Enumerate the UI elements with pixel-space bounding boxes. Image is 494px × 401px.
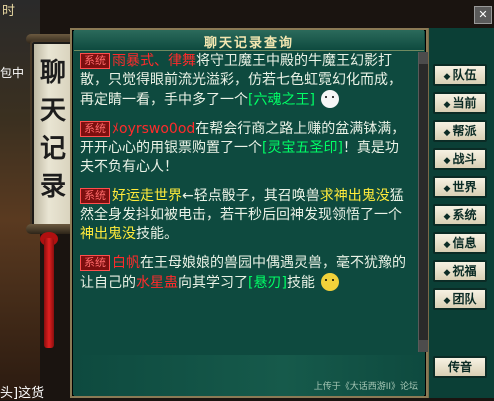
channel-button-blessing[interactable]: ◆ 祝福 [433,260,487,282]
chat-message: 系统 雨暴式、律舞将守卫魔王中殿的牛魔王幻影打散，只觉得眼前流光溢彩，仿若七色虹霓… [80,52,410,110]
message-text: ←轻点骰子，其召唤兽 [182,188,320,204]
channel-label: 系统 [452,208,477,222]
chevron-icon: ◆ [443,268,451,278]
channel-label: 世界 [452,180,477,194]
channel-button-team[interactable]: ◆ 队伍 [433,64,487,86]
player-name: ﾒoyrswo0od [112,121,196,137]
channel-label: 战斗 [452,152,477,166]
message-text: 技能 [286,275,315,291]
channel-button-info[interactable]: ◆ 信息 [433,232,487,254]
emote-icon [320,273,339,291]
chat-message: 系统 白帆在王母娘娘的兽园中偶遇灵兽，毫不犹豫的让自己的水星蛊向其学习了[悬刃]技… [80,254,410,293]
window-title: 聊天记录查询 [203,36,294,51]
system-badge: 系统 [80,188,110,204]
player-name: 白帆 [112,255,140,271]
player-name: 好运走世界 [112,188,182,204]
chat-message: 系统 ﾒoyrswo0od在帮会行商之路上赚的盆满钵满，开开心心的用银票购置了一个… [80,120,410,177]
player-name: 求神出鬼没 [319,188,390,204]
chevron-icon: ◆ [443,184,451,194]
close-icon[interactable]: ✕ [474,6,492,24]
message-text: 向其学习了 [178,275,248,291]
item-link[interactable]: [六魂之王] [248,92,315,108]
chevron-icon: ◆ [443,156,451,166]
channel-label: 帮派 [452,124,477,138]
decorative-footer: 上传于《大话西游II》论坛 [74,355,424,396]
chat-messages-area[interactable]: 系统 雨暴式、律舞将守卫魔王中殿的牛魔王幻影打散，只觉得眼前流光溢彩，仿若七色虹霓… [80,52,410,352]
chevron-icon: ◆ [443,128,451,138]
item-link[interactable]: [灵宝五圣印] [262,140,343,156]
chat-history-window: 聊天记录查询 系统 雨暴式、律舞将守卫魔王中殿的牛魔王幻影打散，只觉得眼前流光溢彩… [70,28,429,398]
channel-button-current[interactable]: ◆ 当前 [433,92,487,114]
chevron-icon: ◆ [443,212,451,222]
chat-message: 系统 好运走世界←轻点骰子，其召唤兽求神出鬼没猛然全身发抖如被电击，若干秒后回神发… [80,187,410,244]
emote-icon [320,90,339,108]
player-name: 水星蛊 [136,275,178,291]
tassel [44,238,54,348]
chevron-icon: ◆ [443,72,451,82]
system-badge: 系统 [80,53,110,69]
scroll-title-char: 天 [39,96,66,126]
chevron-icon: ◆ [443,240,451,250]
item-link[interactable]: [悬刃] [248,275,287,291]
channel-label: 祝福 [452,264,477,278]
scroll-title-char: 聊 [39,58,66,88]
chevron-icon: ◆ [443,296,451,306]
channel-button-group[interactable]: ◆ 团队 [433,288,487,310]
channel-label: 传音 [447,360,472,374]
chevron-icon: ◆ [443,100,451,110]
scroll-title-char: 记 [39,134,66,164]
channel-label: 队伍 [452,68,477,82]
channel-button-whisper[interactable]: 传音 [433,356,487,378]
message-text: 技能。 [136,226,178,242]
channel-button-system[interactable]: ◆ 系统 [433,204,487,226]
watermark: 上传于《大话西游II》论坛 [313,382,418,392]
channel-button-battle[interactable]: ◆ 战斗 [433,148,487,170]
system-badge: 系统 [80,121,110,137]
channel-label: 当前 [452,96,477,110]
player-name: 神出鬼没 [80,226,136,242]
channel-label: 信息 [452,236,477,250]
channel-button-world[interactable]: ◆ 世界 [433,176,487,198]
background-text-corner: 时 [2,4,16,19]
channel-label: 团队 [452,292,477,306]
background-text-bottom: 头]这货 [0,386,45,401]
scroll-title-char: 录 [39,172,66,202]
system-badge: 系统 [80,255,110,271]
scroll-title: 聊 天 记 录 [32,54,74,206]
channel-button-guild[interactable]: ◆ 帮派 [433,120,487,142]
channel-button-panel: ◆ 队伍 ◆ 当前 ◆ 帮派 ◆ 战斗 ◆ 世界 ◆ 系统 ◆ 信息 ◆ 祝福 ◆ 团队 传音 [428,28,494,398]
player-name: 雨暴式、律舞 [112,53,196,69]
background-text-pack: 包中 [0,66,25,80]
